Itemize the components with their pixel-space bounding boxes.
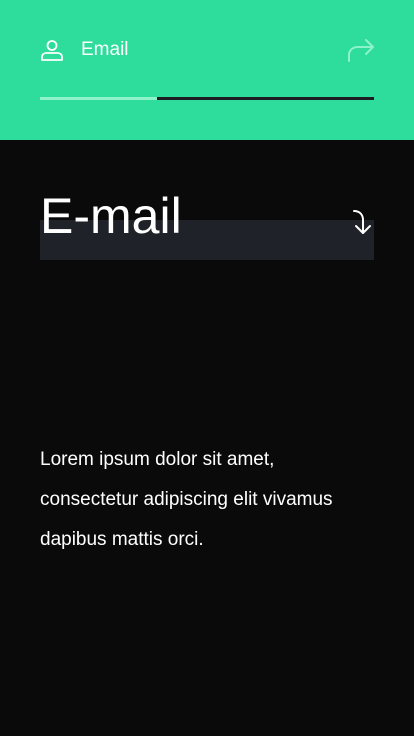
description-text: Lorem ipsum dolor sit amet, consectetur …: [40, 449, 333, 550]
step-title: Email: [81, 39, 129, 60]
step-header: Email: [0, 0, 414, 140]
step-progress-bar: [40, 97, 374, 100]
step-progress-fill: [40, 97, 157, 100]
forward-arrow-icon[interactable]: [346, 36, 376, 64]
user-icon: [41, 40, 63, 61]
email-field[interactable]: [40, 186, 340, 246]
enter-arrow-icon[interactable]: [350, 208, 376, 236]
email-step-screen: Email Lorem ipsum dolor sit amet, consec…: [0, 0, 414, 736]
